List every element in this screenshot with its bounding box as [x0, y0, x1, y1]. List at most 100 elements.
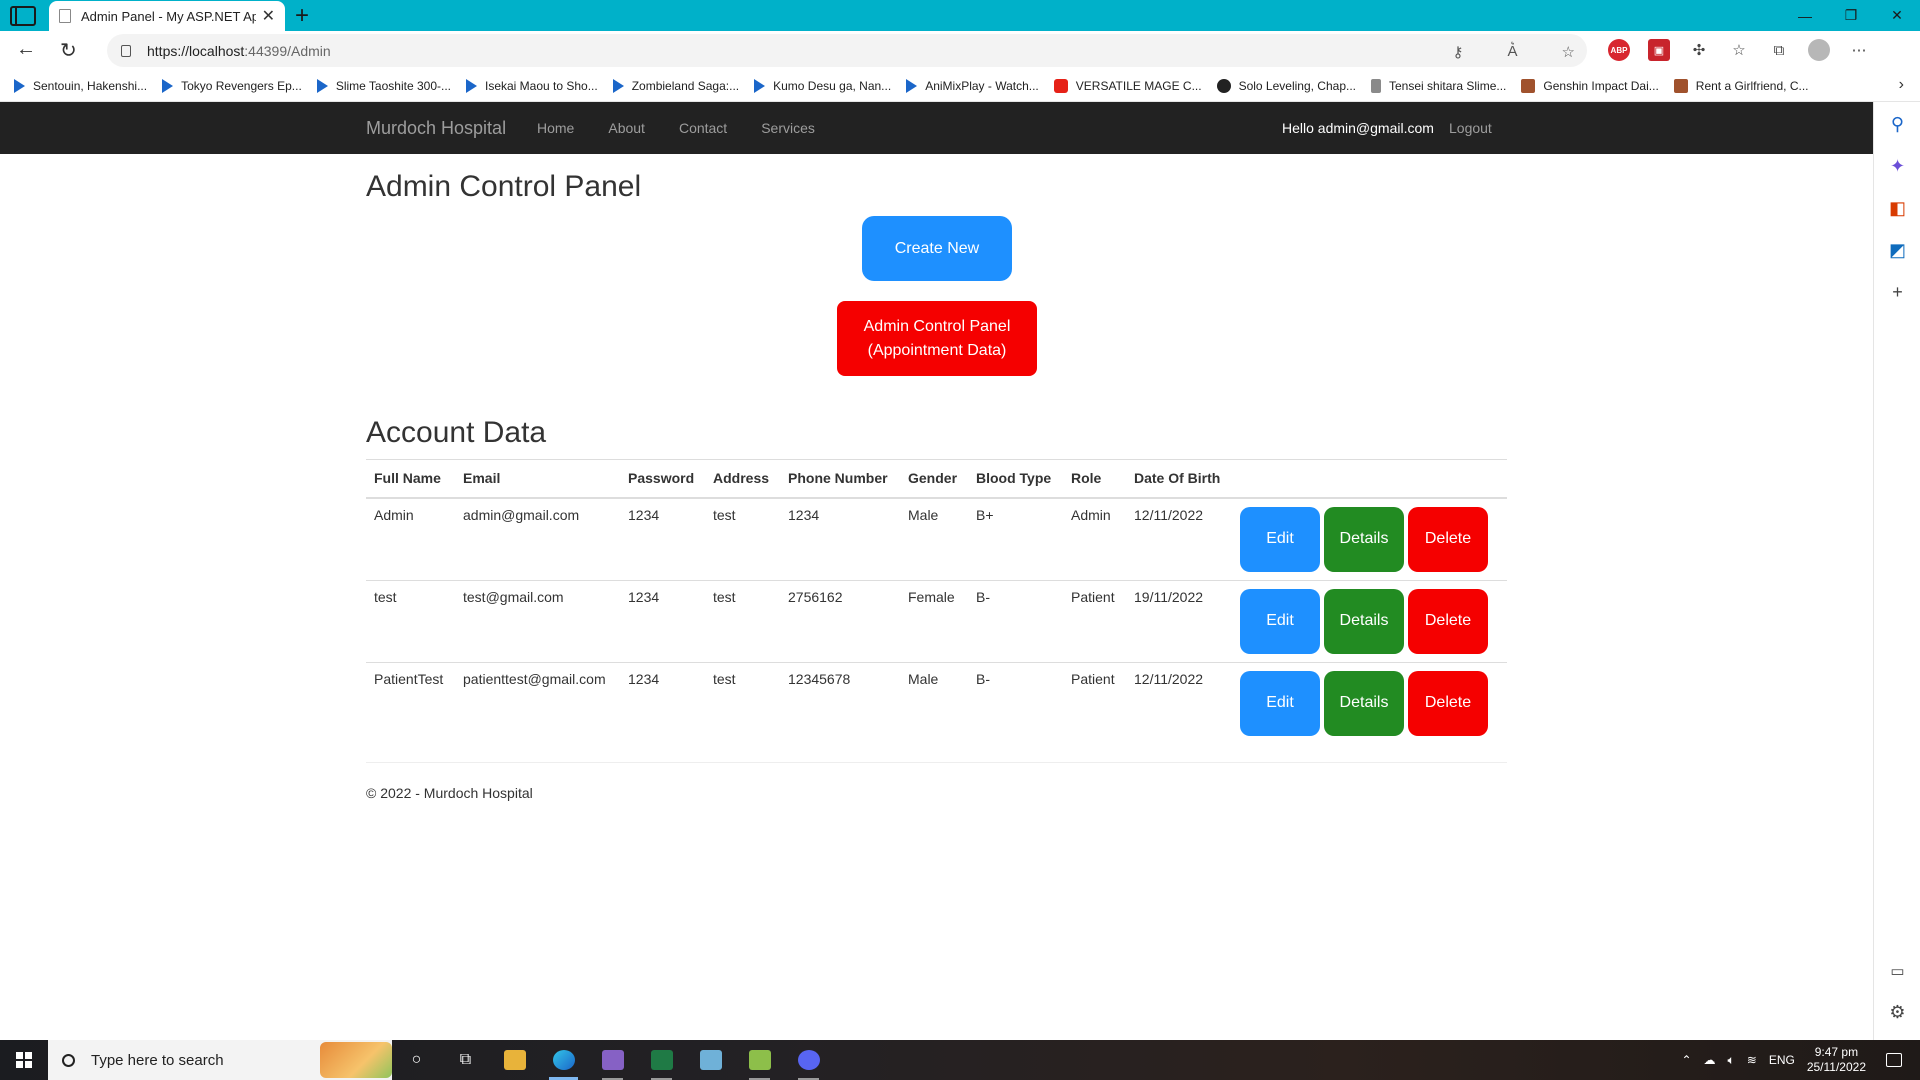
- web-page: Murdoch Hospital Home About Contact Serv…: [0, 102, 1873, 1040]
- bookmark-item[interactable]: VERSATILE MAGE C...: [1053, 78, 1202, 93]
- close-window-icon[interactable]: ✕: [1874, 0, 1920, 31]
- edge-taskbar-icon[interactable]: [539, 1040, 588, 1080]
- cell-dob: 19/11/2022: [1126, 579, 1232, 662]
- search-icon[interactable]: ⚲: [1874, 114, 1920, 135]
- refresh-icon[interactable]: ↻: [60, 38, 77, 63]
- bookmark-item[interactable]: AniMixPlay - Watch...: [906, 78, 1039, 93]
- chevron-up-icon[interactable]: ⌃: [1681, 1053, 1691, 1067]
- appointment-panel-button[interactable]: Admin Control Panel (Appointment Data): [837, 301, 1037, 376]
- cell-address: test: [705, 579, 780, 662]
- collections-icon[interactable]: ⧉: [1768, 39, 1790, 61]
- create-new-button[interactable]: Create New: [862, 216, 1012, 281]
- section-title: Account Data: [366, 416, 547, 449]
- edit-button[interactable]: Edit: [1240, 588, 1320, 654]
- onedrive-icon[interactable]: ☁: [1704, 1053, 1716, 1067]
- key-icon[interactable]: ⚷: [1453, 43, 1464, 61]
- nav-contact[interactable]: Contact: [679, 120, 727, 136]
- back-icon[interactable]: ←: [16, 38, 36, 61]
- delete-button[interactable]: Delete: [1408, 670, 1488, 736]
- bookmark-item[interactable]: Tensei shitara Slime...: [1371, 78, 1506, 93]
- excel-icon[interactable]: [637, 1040, 686, 1080]
- table-row: test test@gmail.com 1234 test 2756162 Fe…: [366, 579, 1507, 662]
- play-icon: [316, 78, 328, 93]
- bookmark-label: Sentouin, Hakenshi...: [33, 78, 148, 93]
- bookmark-item[interactable]: Rent a Girlfriend, C...: [1673, 78, 1809, 93]
- notepad-icon[interactable]: [686, 1040, 735, 1080]
- cell-blood-type: B-: [968, 579, 1063, 662]
- read-aloud-icon[interactable]: A͛: [1508, 43, 1518, 61]
- cell-phone: 1234: [788, 506, 820, 523]
- gear-icon[interactable]: ⚙: [1874, 1002, 1920, 1023]
- sparkle-icon[interactable]: ✦: [1874, 156, 1920, 177]
- bookmark-item[interactable]: Slime Taoshite 300-...: [316, 78, 451, 93]
- column-header: Full Name: [366, 459, 455, 499]
- volume-icon[interactable]: 🔈︎: [1728, 1053, 1735, 1068]
- bookmark-item[interactable]: Tokyo Revengers Ep...: [162, 78, 302, 93]
- column-header: Password: [620, 459, 705, 499]
- profile-avatar-icon[interactable]: [1808, 39, 1830, 61]
- nav-about[interactable]: About: [608, 120, 645, 136]
- bookmark-item[interactable]: Kumo Desu ga, Nan...: [754, 78, 891, 93]
- outlook-icon[interactable]: ◩: [1874, 240, 1920, 261]
- appointment-button-line1: Admin Control Panel: [863, 318, 1011, 336]
- red-extension-icon[interactable]: ▣: [1648, 39, 1670, 61]
- logout-link[interactable]: Logout: [1449, 120, 1492, 136]
- cell-email: test@gmail.com: [455, 579, 620, 662]
- add-icon[interactable]: +: [1874, 282, 1920, 303]
- user-greeting[interactable]: Hello admin@gmail.com: [1282, 120, 1434, 136]
- edit-button[interactable]: Edit: [1240, 506, 1320, 572]
- site-brand[interactable]: Murdoch Hospital: [366, 118, 506, 139]
- tab-actions-icon[interactable]: [10, 6, 36, 26]
- search-highlight-image: [320, 1042, 392, 1078]
- nav-home[interactable]: Home: [537, 120, 574, 136]
- file-explorer-icon[interactable]: [490, 1040, 539, 1080]
- notepadpp-icon[interactable]: [735, 1040, 784, 1080]
- discord-icon[interactable]: [784, 1040, 833, 1080]
- office-icon[interactable]: ◧: [1874, 198, 1920, 219]
- bookmark-item[interactable]: Solo Leveling, Chap...: [1216, 78, 1356, 93]
- extensions-puzzle-icon[interactable]: ✣: [1688, 39, 1710, 61]
- bookmark-item[interactable]: Genshin Impact Dai...: [1521, 78, 1659, 93]
- clock[interactable]: 9:47 pm 25/11/2022: [1807, 1045, 1866, 1075]
- new-tab-icon[interactable]: +: [295, 2, 309, 30]
- restore-icon[interactable]: ❐: [1828, 0, 1874, 31]
- favorite-star-icon[interactable]: ☆: [1562, 43, 1575, 61]
- task-view-icon[interactable]: ⧉: [441, 1040, 490, 1080]
- minimize-icon[interactable]: —: [1782, 0, 1828, 31]
- bookmark-item[interactable]: Isekai Maou to Sho...: [465, 78, 598, 93]
- wifi-icon[interactable]: ≋: [1747, 1053, 1757, 1067]
- bookmark-item[interactable]: Zombieland Saga:...: [612, 78, 739, 93]
- browser-tab-active[interactable]: Admin Panel - My ASP.NET Appli ✕: [49, 1, 285, 31]
- clock-time: 9:47 pm: [1814, 1045, 1859, 1059]
- details-button[interactable]: Details: [1324, 588, 1404, 654]
- details-button[interactable]: Details: [1324, 670, 1404, 736]
- cortana-icon[interactable]: ○: [392, 1040, 441, 1080]
- close-tab-icon[interactable]: ✕: [262, 6, 275, 26]
- notification-icon[interactable]: [1886, 1053, 1902, 1067]
- favorites-icon[interactable]: ☆: [1728, 39, 1750, 61]
- visual-studio-icon[interactable]: [588, 1040, 637, 1080]
- bookmark-label: Isekai Maou to Sho...: [484, 78, 598, 93]
- language-indicator[interactable]: ENG: [1769, 1053, 1795, 1067]
- address-bar[interactable]: https://localhost:44399/Admin ⚷ A͛ ☆: [107, 34, 1587, 67]
- delete-button[interactable]: Delete: [1408, 506, 1488, 572]
- delete-button[interactable]: Delete: [1408, 588, 1488, 654]
- cell-gender: Male: [900, 661, 968, 744]
- cell-role: Patient: [1063, 661, 1126, 744]
- chevron-right-icon[interactable]: ›: [1899, 76, 1904, 94]
- more-menu-icon[interactable]: ⋯: [1848, 39, 1870, 61]
- nav-services[interactable]: Services: [761, 120, 815, 136]
- lock-icon[interactable]: [121, 44, 131, 57]
- table-row: Admin admin@gmail.com 1234 test 1234 Mal…: [366, 498, 1507, 581]
- windows-start-icon[interactable]: [0, 1040, 48, 1080]
- sidebar-layout-icon[interactable]: ▭: [1874, 962, 1920, 980]
- footer-divider: [366, 762, 1507, 763]
- edit-button[interactable]: Edit: [1240, 670, 1320, 736]
- cell-email: admin@gmail.com: [463, 506, 580, 523]
- taskbar-search[interactable]: Type here to search: [48, 1040, 392, 1080]
- play-icon: [465, 78, 477, 93]
- bookmark-item[interactable]: Sentouin, Hakenshi...: [14, 78, 148, 93]
- details-button[interactable]: Details: [1324, 506, 1404, 572]
- clock-date: 25/11/2022: [1806, 1060, 1866, 1074]
- adblock-extension-icon[interactable]: ABP: [1608, 39, 1630, 61]
